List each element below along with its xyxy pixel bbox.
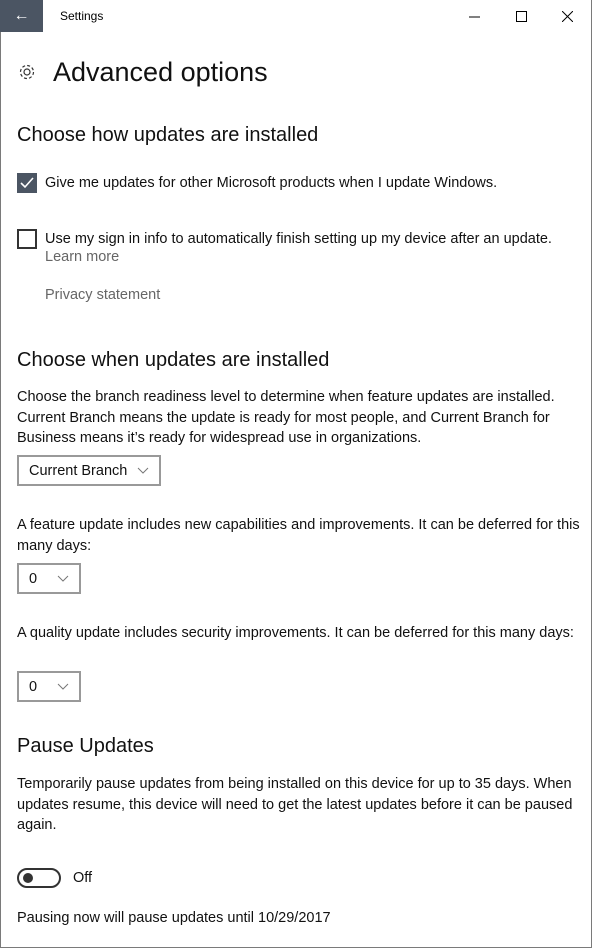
section-heading-pause: Pause Updates bbox=[17, 735, 154, 757]
feature-defer-value: 0 bbox=[29, 570, 38, 587]
microsoft-products-checkbox[interactable] bbox=[17, 173, 37, 193]
feature-defer-dropdown[interactable]: 0 bbox=[17, 563, 81, 594]
pause-description: Temporarily pause updates from being ins… bbox=[17, 776, 573, 833]
quality-defer-dropdown[interactable]: 0 bbox=[17, 671, 81, 702]
toggle-knob bbox=[23, 873, 33, 883]
branch-value: Current Branch bbox=[29, 462, 128, 479]
maximize-button[interactable] bbox=[498, 0, 544, 32]
sign-in-info-checkbox[interactable] bbox=[17, 229, 37, 249]
close-icon bbox=[561, 10, 573, 22]
section-heading-when: Choose when updates are installed bbox=[17, 349, 330, 371]
close-button[interactable] bbox=[544, 0, 590, 32]
branch-dropdown[interactable]: Current Branch bbox=[17, 455, 161, 486]
chevron-down-icon bbox=[137, 467, 149, 474]
page-title: Advanced options bbox=[53, 57, 268, 87]
minimize-icon bbox=[468, 16, 480, 17]
sign-in-info-label: Use my sign in info to automatically fin… bbox=[45, 231, 552, 247]
section-heading-install: Choose how updates are installed bbox=[17, 124, 319, 146]
maximize-icon bbox=[515, 10, 527, 22]
pause-note: Pausing now will pause updates until 10/… bbox=[17, 910, 331, 926]
branch-description: Choose the branch readiness level to det… bbox=[17, 389, 555, 446]
quality-update-description: A quality update includes security impro… bbox=[17, 625, 574, 641]
microsoft-products-label: Give me updates for other Microsoft prod… bbox=[45, 175, 498, 191]
chevron-down-icon bbox=[57, 575, 69, 582]
title-bar: ← Settings bbox=[0, 0, 592, 32]
window-title: Settings bbox=[60, 9, 104, 23]
quality-defer-value: 0 bbox=[29, 678, 38, 695]
pause-updates-toggle[interactable] bbox=[17, 868, 61, 888]
toggle-state-label: Off bbox=[73, 870, 93, 886]
back-button[interactable]: ← bbox=[0, 0, 43, 32]
minimize-button[interactable] bbox=[451, 0, 497, 32]
chevron-down-icon bbox=[57, 683, 69, 690]
checkmark-icon bbox=[20, 177, 34, 189]
gear-icon bbox=[19, 64, 35, 80]
learn-more-link[interactable]: Learn more bbox=[45, 249, 119, 265]
arrow-left-icon: ← bbox=[13, 7, 30, 24]
feature-update-description: A feature update includes new capabiliti… bbox=[17, 517, 580, 554]
privacy-statement-link[interactable]: Privacy statement bbox=[45, 287, 160, 303]
